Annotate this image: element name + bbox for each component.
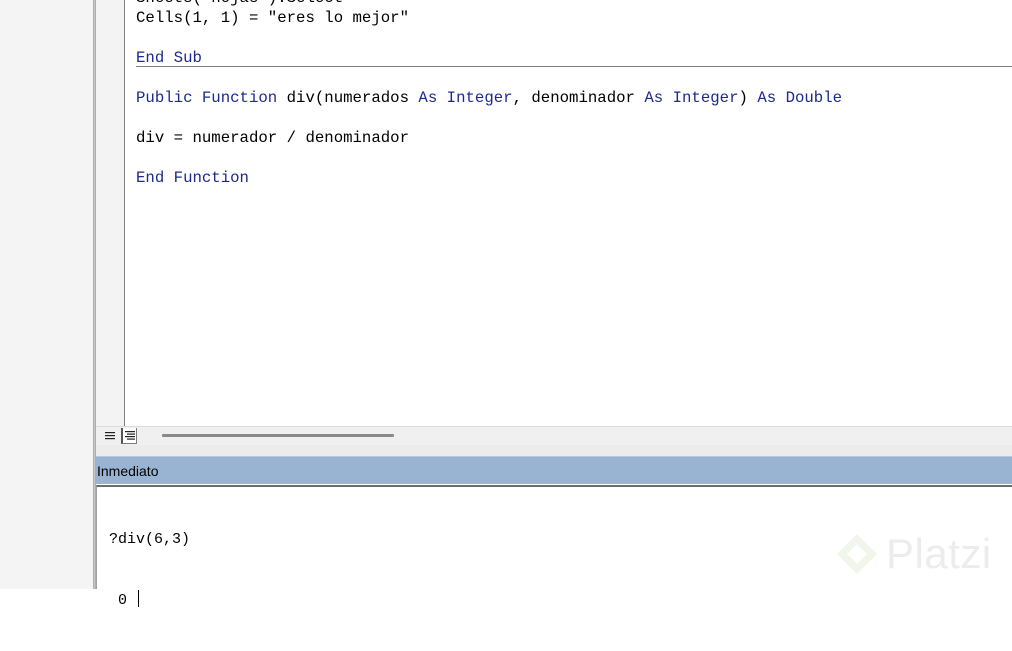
code-editor[interactable]: Sheets("hojas").Select Cells(1, 1) = "ere… [136, 0, 1012, 188]
procedure-view-button[interactable] [102, 428, 118, 444]
watermark-text: Platzi [886, 530, 992, 577]
full-module-view-button[interactable] [121, 428, 137, 444]
immediate-line: ?div(6,3) [109, 531, 191, 548]
immediate-output[interactable]: ?div(6,3) 0 [109, 490, 190, 651]
left-gutter [0, 0, 95, 589]
code-line: End Sub [136, 48, 1012, 68]
code-keyword: As Integer [644, 89, 739, 107]
platzi-logo-icon [837, 534, 877, 574]
platzi-watermark: Platzi [834, 524, 992, 584]
code-keyword: End Sub [136, 49, 202, 67]
code-line: End Function [136, 168, 1012, 188]
code-line: Cells(1, 1) = "eres lo mejor" [136, 8, 1012, 28]
code-text: , denominador [512, 89, 645, 107]
margin-indicator-bar[interactable] [96, 0, 125, 426]
code-window[interactable]: Sheets("hojas").Select Cells(1, 1) = "ere… [96, 0, 1012, 446]
code-text: div(numerados [286, 89, 419, 107]
pane-splitter[interactable] [96, 445, 1012, 456]
code-window-bottom-bar [96, 426, 1012, 446]
code-line: Public Function div(numerados As Integer… [136, 88, 1012, 108]
code-text: Sheets("hojas").Select [136, 0, 343, 7]
code-line: Sheets("hojas").Select [136, 0, 1012, 8]
immediate-window-title-text: Inmediato [97, 462, 159, 479]
full-module-view-icon [124, 430, 135, 440]
code-keyword: As Double [757, 89, 843, 107]
code-text: ) [738, 89, 758, 107]
code-keyword: End Function [136, 169, 249, 187]
immediate-line-with-caret: 0 [109, 590, 190, 611]
procedure-separator [136, 66, 1012, 67]
immediate-line: 0 [109, 592, 137, 609]
code-keyword: Public Function [136, 89, 287, 107]
text-caret [138, 590, 140, 607]
code-text: div = numerador / denominador [136, 129, 410, 147]
horizontal-scrollbar-thumb[interactable] [162, 434, 394, 437]
code-line: div = numerador / denominador [136, 128, 1012, 148]
code-text: Cells(1, 1) = "eres lo mejor" [136, 9, 410, 27]
code-keyword: As Integer [418, 89, 513, 107]
immediate-window-title[interactable]: Inmediato [96, 456, 1012, 484]
procedure-view-icon [105, 432, 115, 440]
